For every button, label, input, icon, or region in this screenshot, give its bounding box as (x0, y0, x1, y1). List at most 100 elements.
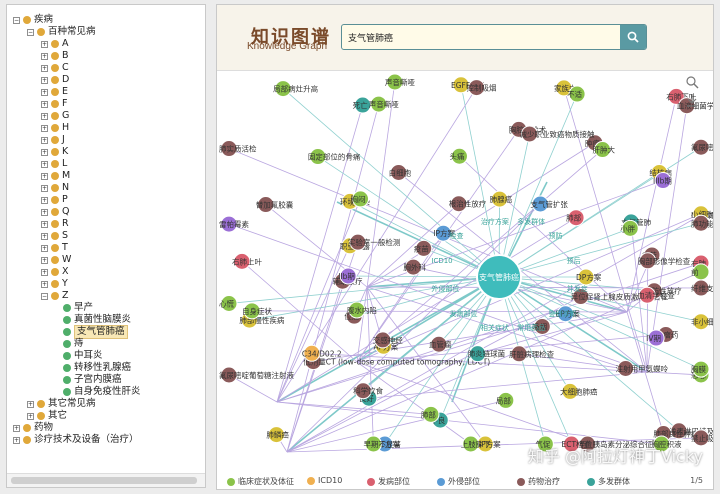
collapse-icon[interactable]: − (13, 16, 20, 24)
tree-node-z-child[interactable]: 支气管肺癌 (63, 325, 128, 339)
expand-icon[interactable]: + (41, 160, 48, 168)
collapse-icon[interactable]: − (41, 292, 48, 300)
zoom-icon[interactable] (685, 75, 699, 89)
tree-node-z-child[interactable]: 痔 (63, 338, 84, 350)
legend-item[interactable]: 临床症状及体征 (227, 476, 294, 487)
graph-node[interactable]: 固定部位的骨痛 (308, 148, 361, 166)
tree-node-z-child[interactable]: 中耳炎 (63, 350, 103, 362)
graph-node[interactable]: 声音嘶哑 (385, 73, 415, 91)
expand-icon[interactable]: + (41, 76, 48, 84)
tree-node-letter-h[interactable]: + H (41, 122, 69, 134)
tree-node-diagnostics[interactable]: + 诊疗技术及设备（治疗） (13, 434, 139, 446)
tree-node-letter-l[interactable]: + L (41, 158, 67, 170)
graph-node[interactable]: 疫苗 (414, 239, 433, 257)
expand-icon[interactable]: + (41, 40, 48, 48)
graph-node[interactable]: 科学饮食 (353, 382, 384, 400)
expand-icon[interactable]: + (41, 232, 48, 240)
expand-icon[interactable]: + (13, 436, 20, 444)
graph-node[interactable]: 控制吸烟 (467, 79, 497, 97)
graph-node[interactable]: 头痛 (449, 147, 468, 165)
tree-node-z-child[interactable]: 自身免疫性肝炎 (63, 386, 141, 398)
expand-icon[interactable]: + (41, 124, 48, 132)
tree-node-letter-c[interactable]: + C (41, 62, 69, 74)
expand-icon[interactable]: + (41, 184, 48, 192)
tree-node-letter-x[interactable]: + X (41, 266, 69, 278)
legend-item[interactable]: 药物治疗 (517, 476, 560, 487)
expand-icon[interactable]: + (41, 112, 48, 120)
tree-node-letter-m[interactable]: + M (41, 170, 70, 182)
expand-icon[interactable]: + (41, 280, 48, 288)
graph-node[interactable]: 大细胞肺癌 (560, 382, 598, 400)
legend-item[interactable]: 多发群体 (587, 476, 630, 487)
tree-node-letter-f[interactable]: + F (41, 98, 67, 110)
collapse-icon[interactable]: − (27, 28, 34, 36)
tree-node-letter-b[interactable]: + B (41, 50, 69, 62)
graph-node[interactable]: 根治性放疗 (449, 195, 487, 213)
legend-item[interactable]: 外侵部位 (437, 476, 480, 487)
graph-node[interactable]: 肝脏病理检查 (509, 345, 555, 363)
tree-node-letter-d[interactable]: + D (41, 74, 69, 86)
expand-icon[interactable]: + (41, 148, 48, 156)
tree-node-letter-q[interactable]: + Q (41, 206, 69, 218)
tree-node-other-common[interactable]: + 其它常见病 (27, 398, 96, 410)
graph-node[interactable]: 肺鳞癌 (266, 426, 289, 444)
graph-node[interactable]: 肺腺癌 (490, 190, 513, 208)
expand-icon[interactable]: + (41, 100, 48, 108)
tree-node-letter-k[interactable]: + K (41, 146, 68, 158)
tree-node-letter-e[interactable]: + E (41, 86, 68, 98)
expand-icon[interactable]: + (41, 268, 48, 276)
tree-node-letter-g[interactable]: + G (41, 110, 69, 122)
graph-node[interactable]: 支气管扩张 (530, 195, 568, 213)
expand-icon[interactable]: + (41, 136, 48, 144)
graph-node[interactable]: 腹水内陷 (347, 301, 377, 319)
tree-node-letter-r[interactable]: + R (41, 218, 69, 230)
tree-horizontal-scrollbar[interactable] (7, 473, 205, 487)
graph-node[interactable]: 纤维支气管镜 (691, 279, 713, 297)
graph-node[interactable]: DP方案 (576, 268, 602, 286)
expand-icon[interactable]: + (41, 88, 48, 96)
search-input[interactable] (342, 25, 620, 49)
legend-item[interactable]: ICD10 (307, 476, 342, 485)
graph-node[interactable]: 声音嘶哑 (369, 95, 399, 113)
tree-node-drugs[interactable]: + 药物 (13, 422, 53, 434)
center-node[interactable]: 支气管肺癌 (476, 254, 522, 300)
tree-node-letter-a[interactable]: + A (41, 38, 69, 50)
knowledge-graph[interactable]: DP方案AP方案胸腔镜检术浅表淋巴结及皮下肿物穿刺活检术胸外科支气管肺不良死亡异… (217, 72, 713, 472)
graph-node[interactable]: 肺实质活检 (219, 140, 257, 158)
expand-icon[interactable]: + (41, 172, 48, 180)
expand-icon[interactable]: + (41, 208, 48, 216)
tree-node-letter-z[interactable]: − Z (41, 290, 69, 302)
expand-icon[interactable]: + (41, 256, 48, 264)
tree-node-letter-w[interactable]: + W (41, 254, 71, 266)
tree-node-letter-n[interactable]: + N (41, 182, 69, 194)
graph-node[interactable]: 肺部 (566, 209, 585, 227)
graph-node[interactable]: 白细胞 (389, 163, 412, 181)
scrollbar-thumb[interactable] (11, 477, 197, 484)
graph-node[interactable]: 心慌 (219, 295, 238, 313)
tree-node-common[interactable]: − 百种常见病 (27, 26, 96, 38)
expand-icon[interactable]: + (41, 220, 48, 228)
graph-node[interactable]: 局部病灶升高 (273, 80, 319, 98)
legend-item[interactable]: 发病部位 (367, 476, 410, 487)
graph-node[interactable]: 局部 (496, 391, 515, 409)
graph-node[interactable]: 非小细胞肺癌 (691, 313, 713, 331)
graph-node[interactable]: 氟尿嘧啶片 (691, 138, 713, 156)
tree-node-root[interactable]: − 疾病 (13, 14, 53, 26)
expand-icon[interactable]: + (41, 196, 48, 204)
tree-node-z-child[interactable]: 早产 (63, 302, 93, 314)
expand-icon[interactable]: + (41, 52, 48, 60)
tree-node-letter-p[interactable]: + P (41, 194, 68, 206)
expand-icon[interactable]: + (41, 64, 48, 72)
tree-node-z-child[interactable]: 子宫内膜癌 (63, 374, 122, 386)
legend-pager[interactable]: 1/5 (690, 476, 703, 485)
tree-node-z-child[interactable]: 转移性乳腺癌 (63, 362, 131, 374)
tree-node-letter-t[interactable]: + T (41, 242, 68, 254)
expand-icon[interactable]: + (41, 244, 48, 252)
expand-icon[interactable]: + (13, 424, 20, 432)
graph-node[interactable]: IV期 (646, 329, 665, 347)
graph-node[interactable]: 替加氟胶囊 (256, 196, 294, 214)
search-button[interactable] (620, 25, 646, 49)
tree-node-letter-j[interactable]: + J (41, 134, 65, 146)
tree-node-letter-s[interactable]: + S (41, 230, 68, 242)
tree-node-other[interactable]: + 其它 (27, 410, 67, 422)
